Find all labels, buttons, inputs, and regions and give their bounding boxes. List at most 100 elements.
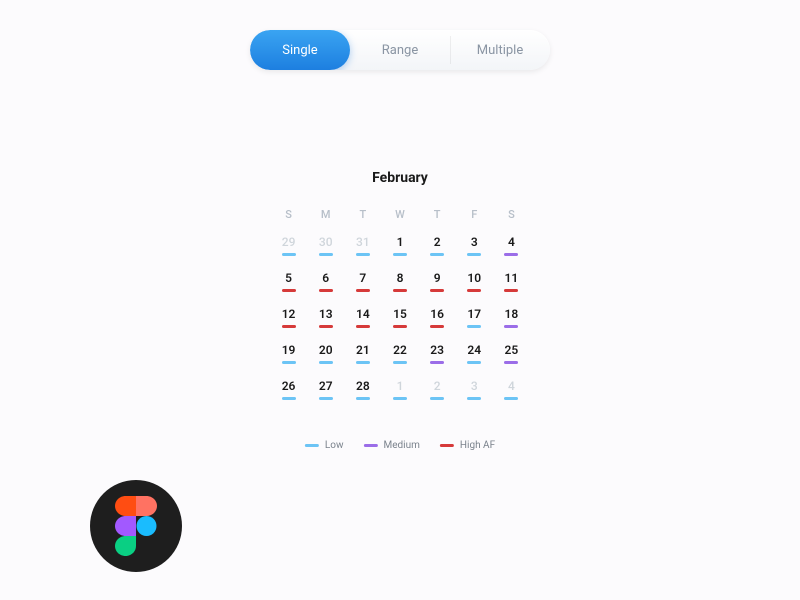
legend-low: Low	[305, 440, 344, 451]
calendar-day-number: 12	[282, 307, 296, 321]
intensity-bar	[430, 289, 444, 292]
calendar-day-number: 24	[467, 343, 481, 357]
calendar-day[interactable]: 22	[381, 339, 418, 375]
calendar-weekday-label: S	[493, 202, 530, 231]
calendar-day[interactable]: 9	[419, 267, 456, 303]
calendar-day[interactable]: 3	[456, 375, 493, 411]
calendar-day[interactable]: 31	[344, 231, 381, 267]
calendar-day[interactable]: 2	[419, 375, 456, 411]
calendar-day-number: 26	[282, 379, 296, 393]
calendar-day[interactable]: 27	[307, 375, 344, 411]
calendar-day[interactable]: 4	[493, 375, 530, 411]
intensity-bar	[504, 253, 518, 256]
calendar-day[interactable]: 11	[493, 267, 530, 303]
calendar-day[interactable]: 23	[419, 339, 456, 375]
legend-high: High AF	[440, 440, 495, 451]
calendar-day[interactable]: 21	[344, 339, 381, 375]
calendar-day[interactable]: 1	[381, 375, 418, 411]
calendar-day[interactable]: 6	[307, 267, 344, 303]
intensity-bar	[430, 397, 444, 400]
intensity-bar	[393, 325, 407, 328]
tab-multiple[interactable]: Multiple	[450, 30, 550, 70]
calendar-row: 12 13 14 15 16 17 18	[270, 303, 530, 339]
calendar-day-number: 27	[319, 379, 333, 393]
intensity-bar	[393, 397, 407, 400]
calendar-day-number: 3	[471, 379, 478, 393]
intensity-bar	[393, 289, 407, 292]
intensity-bar	[504, 325, 518, 328]
intensity-bar	[282, 289, 296, 292]
calendar-weekday-row: SMTWTFS	[270, 202, 530, 231]
tab-single[interactable]: Single	[250, 30, 350, 70]
intensity-bar	[356, 325, 370, 328]
calendar-day-number: 1	[397, 379, 404, 393]
calendar-day[interactable]: 28	[344, 375, 381, 411]
calendar-day-number: 6	[322, 271, 329, 285]
calendar-day-number: 3	[471, 235, 478, 249]
calendar-day[interactable]: 12	[270, 303, 307, 339]
calendar-day[interactable]: 19	[270, 339, 307, 375]
calendar-day[interactable]: 17	[456, 303, 493, 339]
calendar-day-number: 20	[319, 343, 333, 357]
intensity-bar	[282, 397, 296, 400]
calendar-day[interactable]: 5	[270, 267, 307, 303]
calendar-day-number: 17	[467, 307, 481, 321]
calendar-day[interactable]: 30	[307, 231, 344, 267]
calendar-day[interactable]: 1	[381, 231, 418, 267]
legend-medium: Medium	[363, 440, 419, 451]
calendar-day[interactable]: 4	[493, 231, 530, 267]
calendar-day[interactable]: 20	[307, 339, 344, 375]
intensity-bar	[319, 253, 333, 256]
legend-low-swatch	[305, 444, 319, 447]
intensity-bar	[356, 361, 370, 364]
calendar-day-number: 19	[282, 343, 296, 357]
intensity-bar	[356, 253, 370, 256]
calendar-day[interactable]: 16	[419, 303, 456, 339]
intensity-bar	[430, 253, 444, 256]
calendar-row: 19 20 21 2223 24 25	[270, 339, 530, 375]
intensity-bar	[319, 361, 333, 364]
legend: Low Medium High AF	[305, 440, 495, 451]
figma-badge	[90, 480, 182, 572]
calendar-day-number: 9	[434, 271, 441, 285]
calendar-day[interactable]: 18	[493, 303, 530, 339]
calendar-day-number: 30	[319, 235, 333, 249]
calendar-day[interactable]: 29	[270, 231, 307, 267]
calendar-day[interactable]: 3	[456, 231, 493, 267]
calendar-day-number: 18	[505, 307, 519, 321]
calendar-day-number: 10	[467, 271, 481, 285]
calendar-day[interactable]: 26	[270, 375, 307, 411]
intensity-bar	[467, 361, 481, 364]
calendar-day[interactable]: 10	[456, 267, 493, 303]
calendar-day-number: 7	[359, 271, 366, 285]
calendar-weekday-label: S	[270, 202, 307, 231]
intensity-bar	[282, 361, 296, 364]
legend-high-label: High AF	[460, 440, 495, 451]
calendar-day-number: 2	[434, 235, 441, 249]
calendar-day-number: 29	[282, 235, 296, 249]
calendar: February SMTWTFS 29303112345678910111213…	[270, 170, 530, 411]
calendar-day[interactable]: 15	[381, 303, 418, 339]
calendar-day[interactable]: 14	[344, 303, 381, 339]
calendar-day-number: 8	[397, 271, 404, 285]
legend-medium-swatch	[363, 444, 377, 447]
intensity-bar	[504, 397, 518, 400]
calendar-day[interactable]: 7	[344, 267, 381, 303]
figma-icon	[115, 496, 157, 556]
calendar-day[interactable]: 2	[419, 231, 456, 267]
calendar-weekday-label: W	[381, 202, 418, 231]
calendar-day[interactable]: 25	[493, 339, 530, 375]
calendar-day[interactable]: 24	[456, 339, 493, 375]
calendar-day-number: 13	[319, 307, 333, 321]
calendar-weekday-label: T	[419, 202, 456, 231]
calendar-day[interactable]: 13	[307, 303, 344, 339]
legend-high-swatch	[440, 444, 454, 447]
calendar-weekday-label: M	[307, 202, 344, 231]
tab-range[interactable]: Range	[350, 30, 450, 70]
intensity-bar	[467, 325, 481, 328]
calendar-day-number: 15	[393, 307, 407, 321]
calendar-day-number: 21	[356, 343, 370, 357]
calendar-day[interactable]: 8	[381, 267, 418, 303]
calendar-day-number: 5	[285, 271, 292, 285]
intensity-bar	[282, 253, 296, 256]
